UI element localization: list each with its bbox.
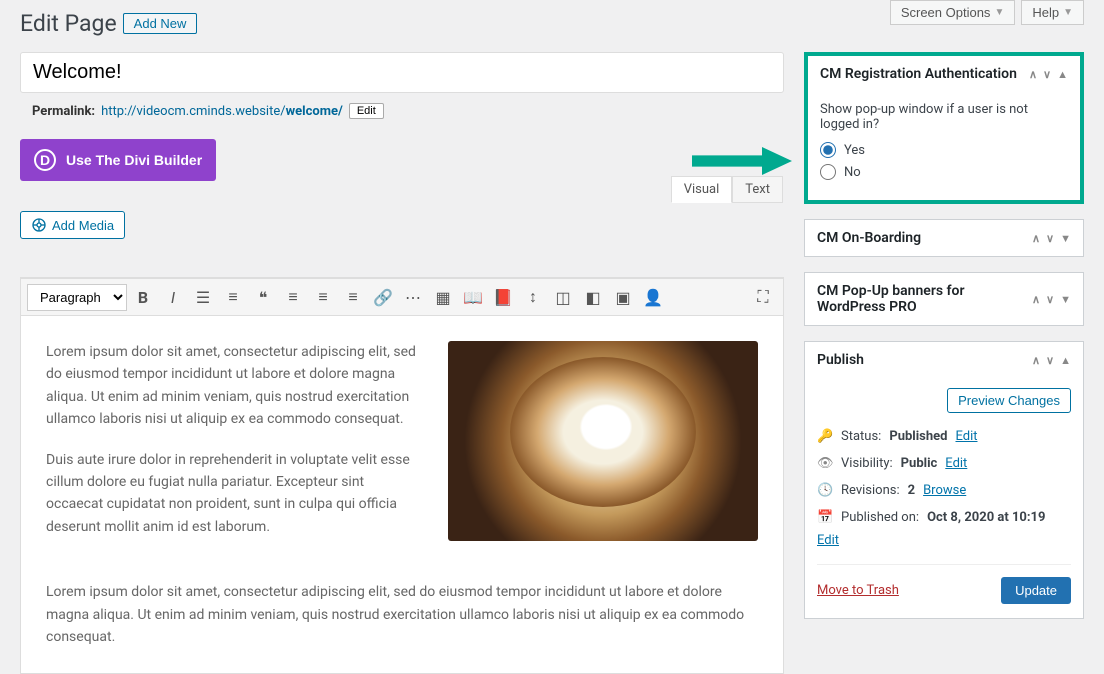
radio-no[interactable]: No <box>820 164 1068 180</box>
published-label: Published on: <box>841 510 919 525</box>
permalink-row: Permalink: http://videocm.cminds.website… <box>32 103 784 119</box>
help-button[interactable]: Help ▼ <box>1021 0 1084 25</box>
align-left-button[interactable]: ≡ <box>279 283 307 311</box>
status-value: Published <box>889 429 947 444</box>
add-new-button[interactable]: Add New <box>123 13 198 34</box>
permalink-link[interactable]: http://videocm.cminds.website/welcome/ <box>101 104 343 119</box>
toggle-icon[interactable]: ▼ <box>1060 232 1071 245</box>
divi-builder-button[interactable]: D Use The Divi Builder <box>20 139 216 181</box>
plugin6-icon[interactable]: ▣ <box>609 283 637 311</box>
ordered-list-button[interactable]: ≡ <box>219 283 247 311</box>
move-down-icon[interactable]: ∨ <box>1043 68 1051 81</box>
editor-content[interactable]: Lorem ipsum dolor sit amet, consectetur … <box>21 316 783 581</box>
plugin2-icon[interactable]: 📕 <box>489 283 517 311</box>
edit-permalink-button[interactable]: Edit <box>349 103 384 119</box>
italic-button[interactable]: I <box>159 283 187 311</box>
plugin3-icon[interactable]: ↕ <box>519 283 547 311</box>
divi-label: Use The Divi Builder <box>66 152 202 168</box>
update-button[interactable]: Update <box>1001 577 1071 604</box>
page-title: Edit Page <box>20 10 117 37</box>
move-down-icon[interactable]: ∨ <box>1046 232 1054 245</box>
revisions-icon: 🕓 <box>817 483 833 498</box>
metabox-title: Publish <box>817 352 1032 368</box>
published-value: Oct 8, 2020 at 10:19 <box>927 510 1045 525</box>
key-icon: 🔑 <box>817 429 833 444</box>
plugin7-icon[interactable]: 👤 <box>639 283 667 311</box>
post-title-input[interactable] <box>20 52 784 93</box>
metabox-title: CM Registration Authentication <box>820 66 1029 82</box>
cm-reg-question: Show pop-up window if a user is not logg… <box>820 102 1068 132</box>
edit-visibility-link[interactable]: Edit <box>945 456 967 471</box>
plugin5-icon[interactable]: ◧ <box>579 283 607 311</box>
visibility-value: Public <box>901 456 938 471</box>
metabox-cm-popup: CM Pop-Up banners for WordPress PRO ∧ ∨ … <box>804 272 1084 326</box>
metabox-publish: Publish ∧ ∨ ▲ Preview Changes 🔑 Status: … <box>804 341 1084 619</box>
toggle-icon[interactable]: ▼ <box>1060 293 1071 306</box>
permalink-label: Permalink: <box>32 104 95 119</box>
fullscreen-button[interactable]: ⛶ <box>749 283 777 311</box>
move-up-icon[interactable]: ∧ <box>1029 68 1037 81</box>
screen-options-button[interactable]: Screen Options ▼ <box>890 0 1016 25</box>
plugin1-icon[interactable]: 📖 <box>459 283 487 311</box>
visibility-label: Visibility: <box>841 456 893 471</box>
metabox-title: CM Pop-Up banners for WordPress PRO <box>817 283 1032 315</box>
edit-status-link[interactable]: Edit <box>955 429 977 444</box>
bold-button[interactable]: B <box>129 283 157 311</box>
quote-button[interactable]: ❝ <box>249 283 277 311</box>
readmore-button[interactable]: ⋯ <box>399 283 427 311</box>
metabox-cm-onboarding: CM On-Boarding ∧ ∨ ▼ <box>804 219 1084 257</box>
move-down-icon[interactable]: ∨ <box>1046 293 1054 306</box>
plugin4-icon[interactable]: ◫ <box>549 283 577 311</box>
toggle-icon[interactable]: ▲ <box>1060 354 1071 367</box>
format-select[interactable]: Paragraph <box>27 284 127 311</box>
toggle-icon[interactable]: ▲ <box>1057 68 1068 81</box>
screen-options-label: Screen Options <box>901 5 991 20</box>
align-center-button[interactable]: ≡ <box>309 283 337 311</box>
edit-date-link[interactable]: Edit <box>817 533 1071 548</box>
calendar-icon: 📅 <box>817 510 833 525</box>
content-p2: Duis aute irure dolor in reprehenderit i… <box>46 449 423 539</box>
browse-revisions-link[interactable]: Browse <box>923 483 966 498</box>
caret-down-icon: ▼ <box>1063 7 1073 18</box>
tab-text[interactable]: Text <box>732 176 783 203</box>
move-up-icon[interactable]: ∧ <box>1032 293 1040 306</box>
preview-changes-button[interactable]: Preview Changes <box>947 388 1071 413</box>
tab-visual[interactable]: Visual <box>671 176 733 203</box>
caret-down-icon: ▼ <box>994 7 1004 18</box>
revisions-count: 2 <box>908 483 915 498</box>
link-button[interactable]: 🔗 <box>369 283 397 311</box>
eye-icon: 👁 <box>817 456 833 471</box>
content-image <box>448 341 758 541</box>
bullet-list-button[interactable]: ☰ <box>189 283 217 311</box>
move-up-icon[interactable]: ∧ <box>1032 232 1040 245</box>
move-to-trash-link[interactable]: Move to Trash <box>817 583 899 598</box>
metabox-title: CM On-Boarding <box>817 230 1032 246</box>
add-media-button[interactable]: Add Media <box>20 211 125 239</box>
divi-icon: D <box>34 149 56 171</box>
media-icon <box>31 217 47 233</box>
help-label: Help <box>1032 5 1059 20</box>
content-p3: Lorem ipsum dolor sit amet, consectetur … <box>46 581 758 648</box>
editor-toolbar: Paragraph B I ☰ ≡ ❝ ≡ ≡ ≡ 🔗 ⋯ ▦ 📖 📕 <box>21 278 783 316</box>
toggle-toolbar-button[interactable]: ▦ <box>429 283 457 311</box>
move-down-icon[interactable]: ∨ <box>1046 354 1054 367</box>
metabox-cm-registration: CM Registration Authentication ∧ ∨ ▲ Sho… <box>804 52 1084 204</box>
radio-yes[interactable]: Yes <box>820 142 1068 158</box>
move-up-icon[interactable]: ∧ <box>1032 354 1040 367</box>
content-p1: Lorem ipsum dolor sit amet, consectetur … <box>46 341 423 431</box>
status-label: Status: <box>841 429 881 444</box>
revisions-label: Revisions: <box>841 483 900 498</box>
align-right-button[interactable]: ≡ <box>339 283 367 311</box>
